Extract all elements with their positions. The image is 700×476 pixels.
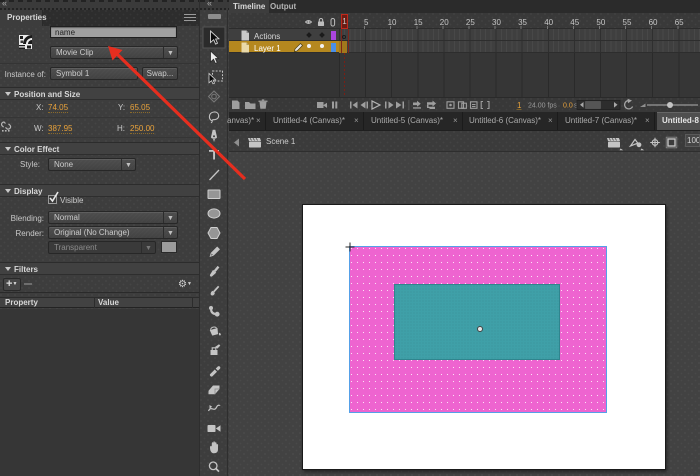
svg-text:1: 1 bbox=[517, 101, 522, 110]
svg-text:0.0: 0.0 bbox=[563, 103, 573, 110]
svg-text:24.00 fps: 24.00 fps bbox=[528, 103, 557, 110]
